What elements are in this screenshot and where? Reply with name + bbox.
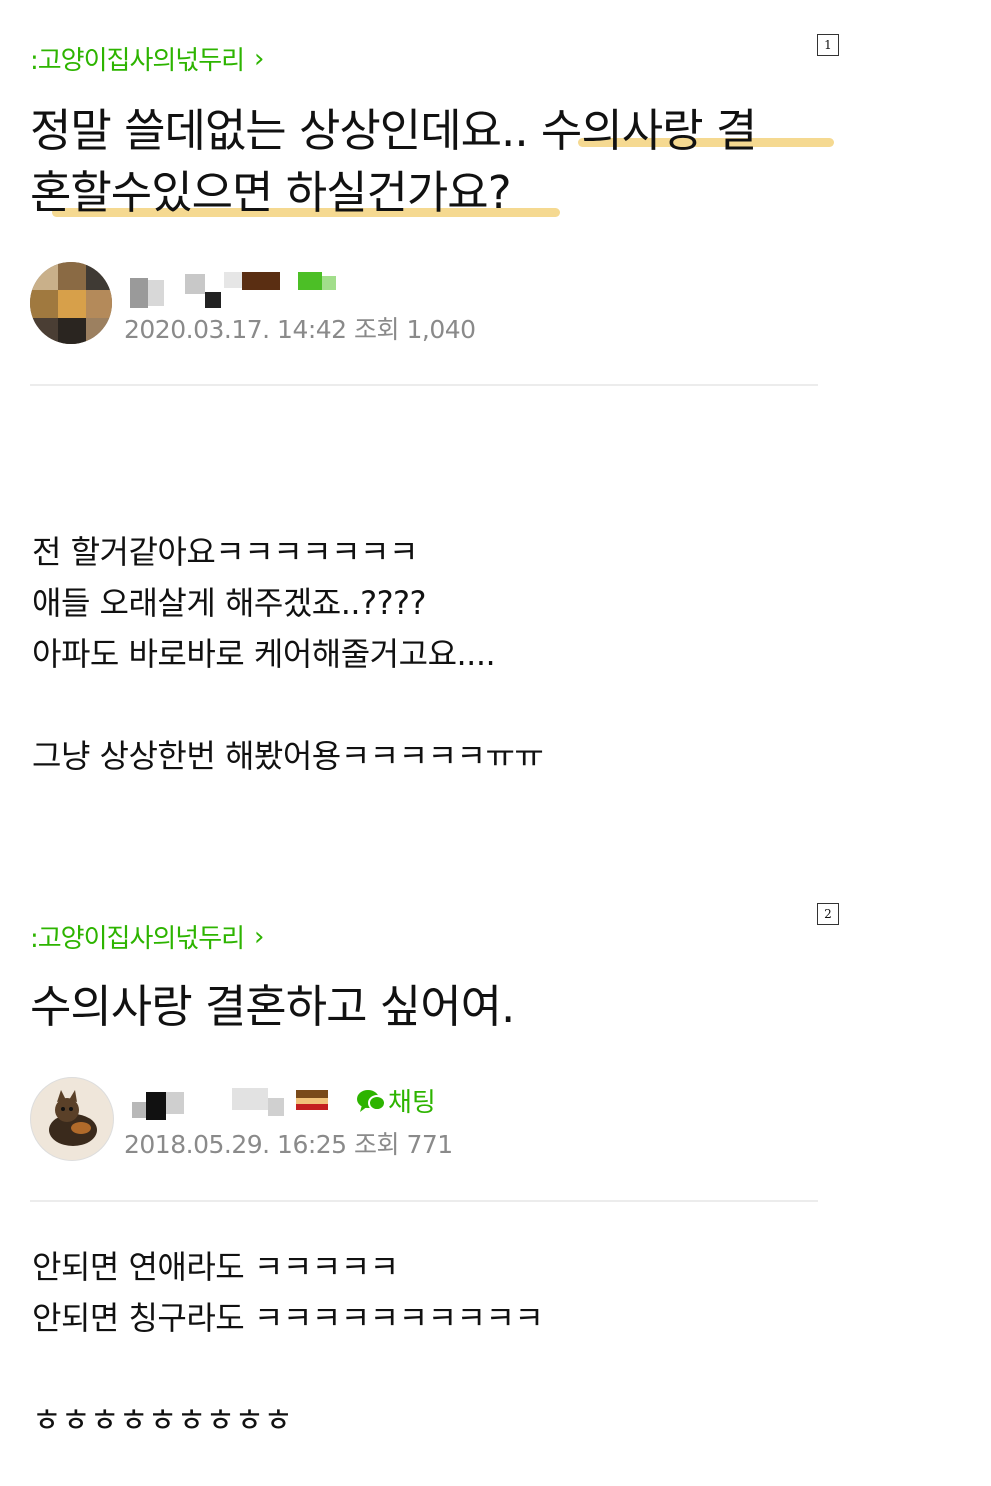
body-line: 그냥 상상한번 해봤어용ㅋㅋㅋㅋㅋㅠㅠ	[32, 737, 544, 775]
post-title-line: 혼할수있으면 하실건가요?	[30, 166, 512, 219]
post-title: 정말 쓸데없는 상상인데요.. 수의사랑 결 혼할수있으면 하실건가요?	[30, 100, 757, 224]
chat-label[interactable]: 채팅	[388, 1082, 436, 1119]
cat-icon	[49, 1090, 97, 1146]
board-link[interactable]: :고양이집사의넋두리 ›	[30, 918, 264, 955]
post-meta: 2020.03.17. 14:42 조회 1,040	[124, 315, 476, 344]
avatar[interactable]	[30, 1077, 114, 1161]
body-line: ㅎㅎㅎㅎㅎㅎㅎㅎㅎ	[32, 1401, 293, 1439]
chat-button[interactable]: 채팅	[356, 1082, 436, 1119]
page-number: 1	[817, 34, 839, 56]
body-line: 아파도 바로바로 케어해줄거고요....	[32, 635, 496, 673]
divider	[30, 384, 818, 386]
body-line	[32, 1344, 543, 1395]
board-name[interactable]: :고양이집사의넋두리	[30, 40, 245, 77]
post-title-line: 정말 쓸데없는 상상인데요.. 수의사랑 결	[30, 104, 757, 157]
post-body: 전 할거같아요ㅋㅋㅋㅋㅋㅋㅋ 애들 오래살게 해주겠죠..???? 아파도 바로…	[32, 527, 544, 782]
chevron-right-icon: ›	[254, 43, 264, 74]
body-line: 안되면 연애라도 ㅋㅋㅋㅋㅋ	[32, 1248, 399, 1286]
chat-bubble-icon	[357, 1089, 386, 1112]
post-body: 안되면 연애라도 ㅋㅋㅋㅋㅋ 안되면 칭구라도 ㅋㅋㅋㅋㅋㅋㅋㅋㅋㅋ ㅎㅎㅎㅎㅎ…	[32, 1242, 544, 1446]
board-name[interactable]: :고양이집사의넋두리	[30, 918, 245, 955]
post-1: :고양이집사의넋두리 › 1 정말 쓸데없는 상상인데요.. 수의사랑 결 혼할…	[0, 0, 991, 870]
avatar[interactable]	[30, 262, 112, 344]
body-line: 전 할거같아요ㅋㅋㅋㅋㅋㅋㅋ	[32, 533, 418, 571]
page-number: 2	[817, 903, 839, 925]
body-line: 애들 오래살게 해주겠죠..????	[32, 584, 427, 622]
chevron-right-icon: ›	[254, 921, 264, 952]
board-link[interactable]: :고양이집사의넋두리 ›	[30, 40, 264, 77]
divider	[30, 1200, 818, 1202]
body-line: 안되면 칭구라도 ㅋㅋㅋㅋㅋㅋㅋㅋㅋㅋ	[32, 1299, 544, 1337]
post-2: :고양이집사의넋두리 › 2 수의사랑 결혼하고 싶어여. 채팅 2018.05…	[0, 870, 991, 1486]
post-meta: 2018.05.29. 16:25 조회 771	[124, 1130, 453, 1159]
body-line	[32, 680, 543, 731]
post-title: 수의사랑 결혼하고 싶어여.	[30, 980, 515, 1033]
